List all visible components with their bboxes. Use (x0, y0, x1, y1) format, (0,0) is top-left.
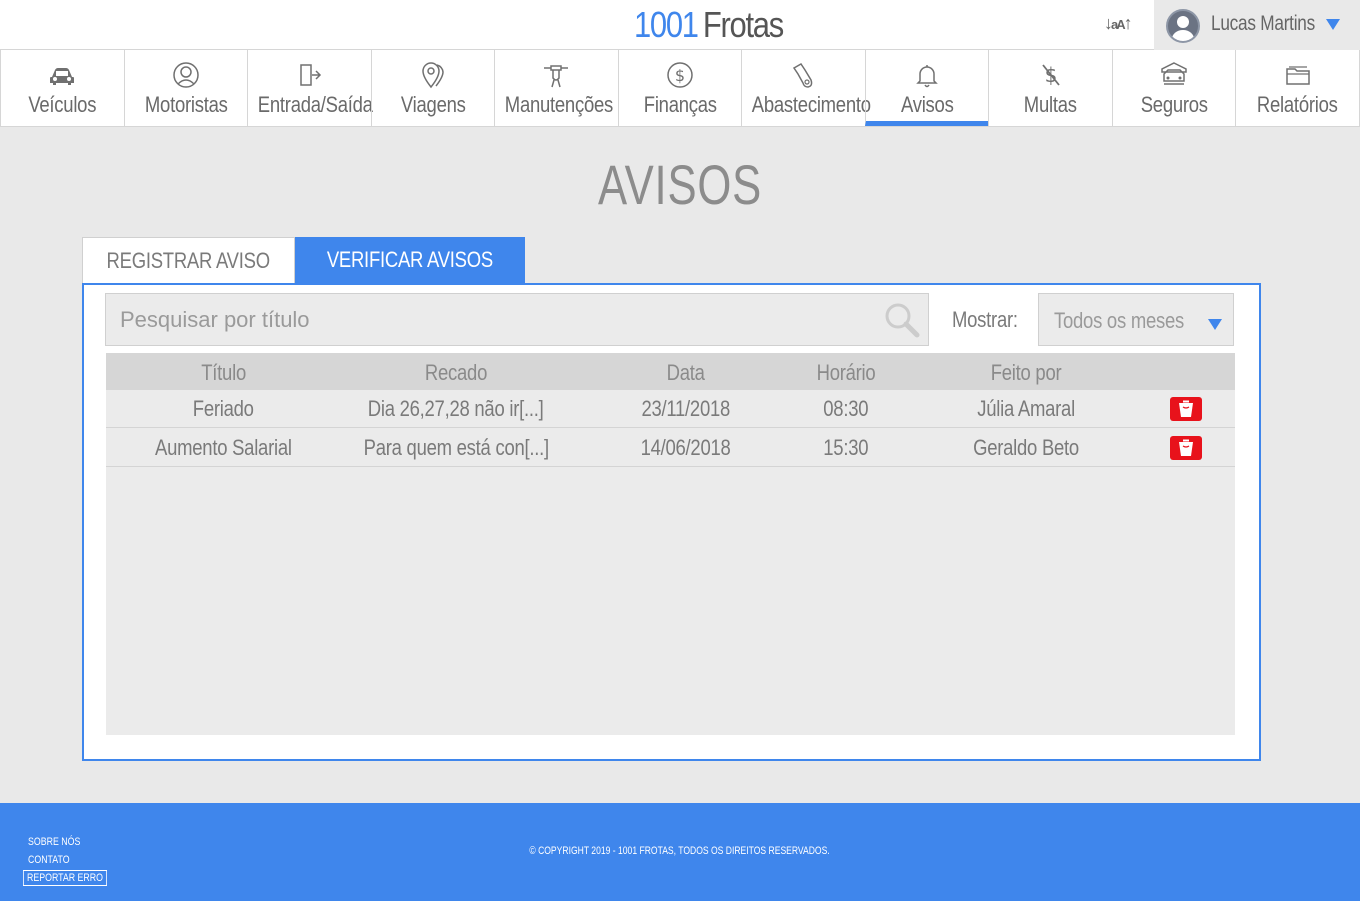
nav-label: Motoristas (144, 92, 228, 117)
driver-icon (171, 60, 201, 90)
nav-item-seguros[interactable]: Seguros (1111, 50, 1237, 126)
font-size-toggle[interactable]: ↓aA↑ (1104, 13, 1133, 34)
car-icon (47, 60, 77, 90)
nav-item-manutencoes[interactable]: Manutenções (494, 50, 619, 126)
cell-feito-por: Geraldo Beto (973, 435, 1079, 460)
chevron-down-icon (1208, 319, 1222, 330)
nav-label: Multas (1024, 92, 1078, 117)
delete-button[interactable] (1170, 436, 1202, 460)
trash-icon (1179, 400, 1193, 417)
table-row[interactable]: Feriado Dia 26,27,28 não ir[...] 23/11/2… (106, 390, 1235, 428)
search-icon[interactable] (882, 300, 922, 340)
nav-label: Veículos (28, 92, 97, 117)
nav-item-abastecimento[interactable]: Abastecimento (741, 50, 872, 126)
page-title: AVISOS (597, 153, 763, 216)
nav-label: Abastecimento (752, 92, 872, 117)
insurance-icon (1159, 60, 1189, 90)
nav-label: Seguros (1140, 92, 1208, 117)
arrow-down-icon: ↓ (1104, 13, 1113, 33)
nav-label: Viagens (400, 92, 466, 117)
column-header-feito-por[interactable]: Feito por (926, 360, 1126, 386)
delete-button[interactable] (1170, 397, 1202, 421)
nav-label: Avisos (900, 92, 954, 117)
cell-data: 14/06/2018 (641, 435, 731, 460)
notices-table: Título Recado Data Horário Feito por Fer… (106, 353, 1235, 735)
column-header-label: Recado (424, 360, 488, 385)
tab-registrar-aviso[interactable]: REGISTRAR AVISO (82, 237, 295, 283)
nav-item-avisos[interactable]: Avisos (864, 50, 990, 126)
cell-recado: Para quem está con[...] (363, 435, 549, 460)
notices-panel: Mostrar: Todos os meses Título Recado Da… (82, 283, 1261, 761)
brand-logo[interactable]: 1001 Frotas (634, 4, 784, 46)
footer-link-report-error[interactable]: REPORTAR ERRO (23, 870, 107, 886)
nav-item-financas[interactable]: $ Finanças (617, 50, 743, 126)
column-header-titulo[interactable]: Título (106, 360, 341, 386)
footer: SOBRE NÓS CONTATO REPORTAR ERRO © COPYRI… (0, 803, 1360, 901)
copyright-label: © COPYRIGHT 2019 - 1001 FROTAS, TODOS OS… (529, 845, 831, 857)
nav-item-relatorios[interactable]: Relatórios (1235, 50, 1360, 126)
trash-icon (1179, 439, 1193, 456)
month-select[interactable]: Todos os meses (1038, 293, 1234, 346)
tab-label: VERIFICAR AVISOS (326, 247, 494, 272)
font-size-label: aA (1111, 17, 1126, 32)
cell-data: 23/11/2018 (641, 396, 731, 421)
nav-item-entrada-saida[interactable]: Entrada/Saída (247, 50, 373, 126)
nav-label: Entrada/Saída (257, 92, 373, 117)
cell-recado: Dia 26,27,28 não ir[...] (368, 396, 544, 421)
filter-label: Mostrar: (952, 307, 1018, 332)
chevron-down-icon[interactable] (1326, 19, 1340, 30)
user-menu[interactable]: Lucas Martins (1154, 0, 1360, 50)
column-header-label: Horário (816, 360, 876, 385)
cell-titulo: Feriado (193, 396, 254, 421)
table-header: Título Recado Data Horário Feito por (106, 353, 1235, 390)
arrow-up-icon: ↑ (1123, 13, 1133, 33)
cell-feito-por: Júlia Amaral (977, 396, 1075, 421)
nav-label: Manutenções (504, 92, 614, 117)
column-header-recado[interactable]: Recado (341, 360, 571, 386)
column-header-label: Data (666, 360, 706, 385)
dollar-icon: $ (665, 60, 695, 90)
tab-label: REGISTRAR AVISO (106, 248, 271, 273)
cell-titulo: Aumento Salarial (155, 435, 292, 460)
door-exit-icon (294, 60, 324, 90)
user-name: Lucas Martins (1211, 12, 1315, 35)
column-header-horario[interactable]: Horário (766, 360, 926, 386)
nav-item-viagens[interactable]: Viagens (370, 50, 496, 126)
search-box (105, 293, 929, 346)
top-header: 1001 Frotas ↓aA↑ Lucas Martins (0, 0, 1360, 50)
month-select-value: Todos os meses (1054, 308, 1185, 333)
wrench-icon (541, 60, 571, 90)
svg-text:$: $ (675, 66, 685, 85)
nav-item-veiculos[interactable]: Veículos (0, 50, 125, 126)
folder-icon (1283, 60, 1313, 90)
main-nav: Veículos Motoristas Entrada/Saída Viagen… (0, 50, 1360, 127)
nav-item-motoristas[interactable]: Motoristas (123, 50, 249, 126)
cell-horario: 08:30 (823, 396, 869, 421)
nav-item-multas[interactable]: $ Multas (988, 50, 1113, 126)
copyright-text: © COPYRIGHT 2019 - 1001 FROTAS, TODOS OS… (0, 845, 1360, 857)
brand-word: Frotas (702, 4, 784, 45)
search-input[interactable] (106, 294, 876, 345)
fuel-nozzle-icon (789, 60, 819, 90)
cell-horario: 15:30 (823, 435, 869, 460)
column-header-label: Título (201, 360, 246, 385)
nav-label: Relatórios (1257, 92, 1339, 117)
map-pin-icon (418, 60, 448, 90)
no-money-icon: $ (1036, 60, 1066, 90)
avatar (1166, 9, 1200, 43)
brand-number: 1001 (634, 4, 699, 45)
bell-icon (912, 60, 942, 90)
tab-verificar-avisos[interactable]: VERIFICAR AVISOS (295, 237, 525, 283)
table-row[interactable]: Aumento Salarial Para quem está con[...]… (106, 429, 1235, 467)
nav-label: Finanças (643, 92, 717, 117)
column-header-data[interactable]: Data (576, 360, 796, 386)
column-header-label: Feito por (990, 360, 1062, 385)
